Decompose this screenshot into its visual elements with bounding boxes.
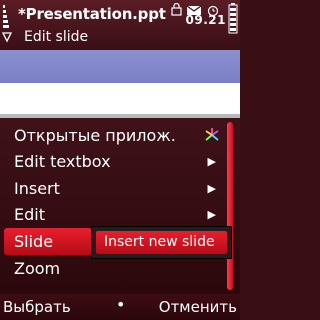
slide-submenu: Insert new slide (91, 226, 232, 259)
softkey-bar: Выбрать • Отменить (0, 294, 240, 320)
battery-icon (228, 3, 238, 34)
signal-icon (2, 5, 12, 43)
menu-item-zoom[interactable]: Zoom (4, 255, 222, 282)
select-softkey[interactable]: Выбрать (3, 298, 71, 316)
menu-scrollbar[interactable] (227, 122, 233, 290)
insert-new-slide-item[interactable]: Insert new slide (96, 231, 227, 254)
menu-item-label: Insert (14, 179, 60, 198)
keylock-icon (171, 3, 182, 16)
menu-item-label: Zoom (14, 259, 61, 278)
status-subtitle: Edit slide (24, 29, 89, 45)
apps-icon (205, 128, 219, 141)
menu-item-label: Edit textbox (14, 152, 111, 171)
menu-item-open-apps[interactable]: Открытые прилож. (4, 122, 222, 149)
status-bar: *Presentation.ppt Edit slide 09.21 (0, 0, 240, 50)
menu-item-label: Открытые прилож. (14, 126, 176, 145)
menu-item-label: Edit (14, 205, 45, 224)
menu-item-insert[interactable]: Insert ▶ (4, 175, 222, 202)
slide-canvas (0, 83, 240, 114)
app-toolbar (0, 50, 240, 83)
menu-item-edit[interactable]: Edit ▶ (4, 201, 222, 228)
menu-item-slide[interactable]: Slide (4, 228, 92, 255)
menu-item-label: Slide (14, 232, 54, 251)
chevron-right-icon: ▶ (207, 208, 216, 221)
menu-item-edit-textbox[interactable]: Edit textbox ▶ (4, 148, 222, 175)
clock: 09.21 (185, 13, 226, 27)
middle-softkey[interactable]: • (116, 295, 125, 314)
status-title: *Presentation.ppt (18, 5, 166, 23)
chevron-right-icon: ▶ (207, 155, 216, 168)
chevron-right-icon: ▶ (207, 182, 216, 195)
scroll-thumb[interactable] (227, 122, 233, 290)
cancel-softkey[interactable]: Отменить (159, 298, 237, 316)
